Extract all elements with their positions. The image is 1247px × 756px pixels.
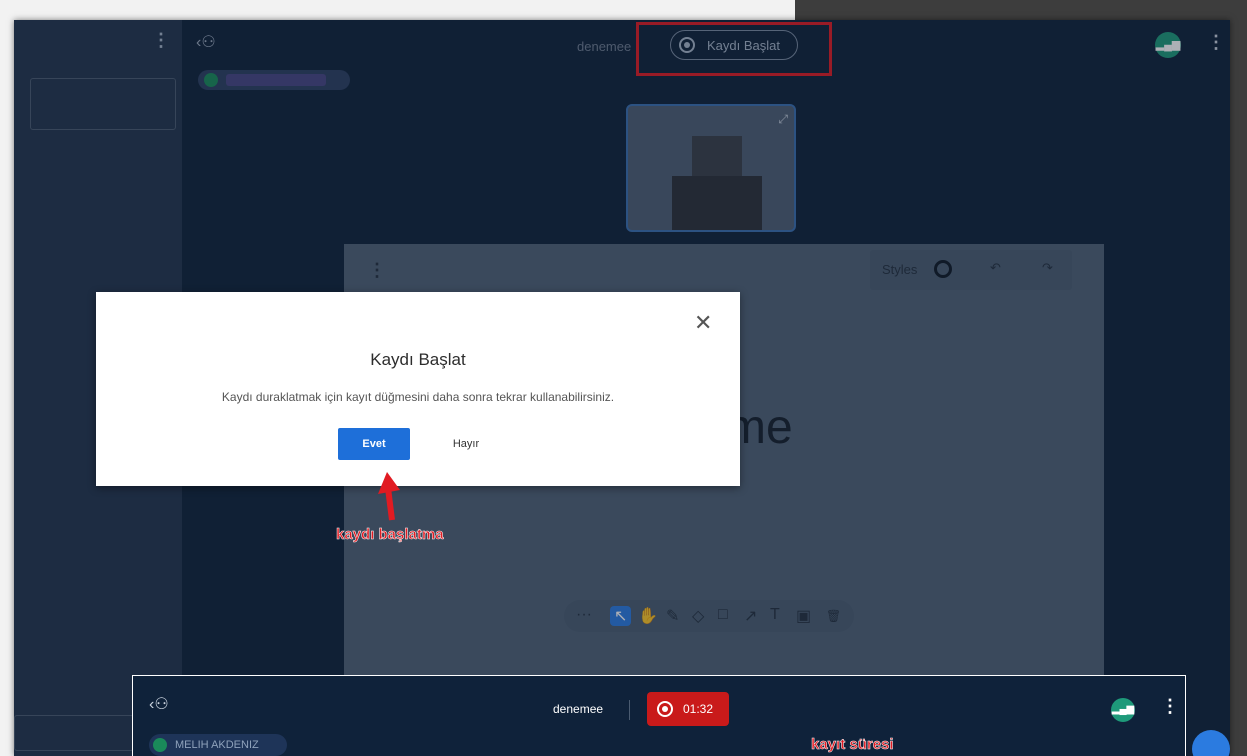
user-name: MELIH AKDENIZ [175, 739, 259, 751]
record-icon [657, 701, 673, 717]
recording-time: 01:32 [683, 702, 714, 716]
annotation-arrows [378, 472, 808, 756]
divider [629, 700, 630, 720]
mic-icon [153, 738, 167, 752]
signal-icon[interactable]: ▂▄▆ [1111, 698, 1135, 722]
user-pill: MELIH AKDENIZ [149, 734, 287, 756]
bottom-bar-inset: ‹⚇ denemee 01:32 ▂▄▆ ⋮ MELIH AKDENIZ [132, 675, 1186, 756]
annotation-start-recording: kaydı başlatma [336, 526, 444, 544]
more-options-icon[interactable]: ⋮ [1161, 696, 1179, 717]
users-toggle-icon[interactable]: ‹⚇ [149, 694, 169, 714]
annotation-record-duration: kayıt süresi [811, 736, 894, 754]
arrow-to-yes-button [378, 472, 400, 521]
meeting-name: denemee [553, 702, 604, 716]
recording-timer-button[interactable]: 01:32 [647, 692, 729, 726]
